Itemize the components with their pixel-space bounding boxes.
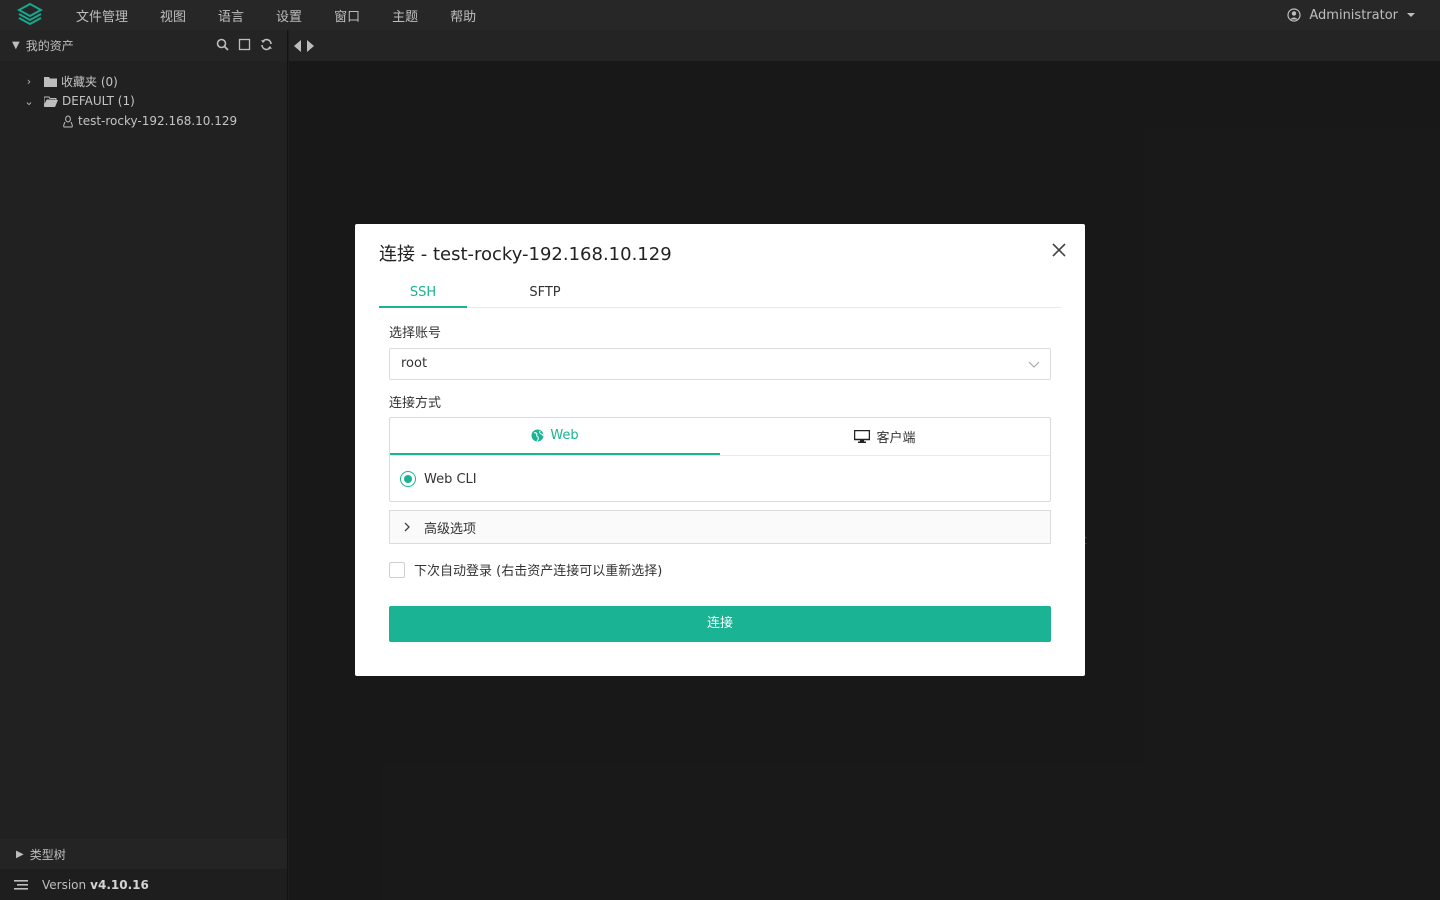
method-label: 连接方式 (389, 396, 442, 411)
account-select[interactable]: root (389, 348, 1051, 380)
account-value: root (401, 356, 428, 371)
web-cli-option[interactable]: Web CLI (390, 456, 1050, 502)
connect-button[interactable]: 连接 (389, 606, 1051, 642)
desktop-icon (854, 430, 871, 443)
chevron-down-icon (1028, 361, 1040, 368)
connect-dialog: 连接 - test-rocky-192.168.10.129 SSH SFTP … (355, 224, 1085, 676)
method-tab-web[interactable]: Web (390, 418, 720, 455)
dialog-title: 连接 - test-rocky-192.168.10.129 (379, 244, 672, 265)
account-label: 选择账号 (389, 326, 442, 341)
tab-ssh[interactable]: SSH (379, 280, 467, 308)
advanced-options-label: 高级选项 (424, 521, 477, 537)
chevron-right-icon (404, 522, 410, 532)
method-tabs: Web 客户端 (390, 418, 1050, 456)
tab-sftp[interactable]: SFTP (467, 280, 623, 308)
method-tab-web-label: Web (550, 428, 579, 443)
method-tab-client[interactable]: 客户端 (720, 418, 1050, 455)
close-icon[interactable] (1051, 242, 1067, 258)
auto-login-option[interactable]: 下次自动登录 (右击资产连接可以重新选择) (389, 560, 662, 579)
web-cli-label: Web CLI (424, 471, 477, 487)
method-tab-client-label: 客户端 (876, 431, 916, 446)
auto-login-checkbox[interactable] (389, 561, 405, 578)
protocol-tabs: SSH SFTP (379, 280, 1061, 308)
connect-method-panel: Web 客户端 Web CLI (389, 417, 1051, 502)
auto-login-label: 下次自动登录 (右击资产连接可以重新选择) (414, 564, 663, 579)
globe-icon (531, 429, 544, 442)
radio-selected[interactable] (400, 471, 416, 487)
advanced-options-collapse[interactable]: 高级选项 (389, 510, 1051, 544)
